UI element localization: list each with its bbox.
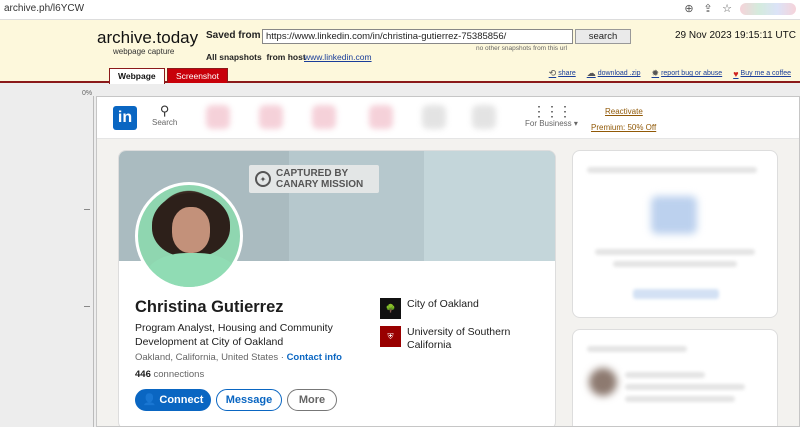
zoom-icon[interactable]: ⊕: [683, 2, 695, 15]
all-snapshots-label: All snapshots from host: [206, 52, 306, 62]
profile-name: Christina Gutierrez: [135, 298, 284, 316]
blurred-nav-item: [206, 105, 230, 129]
blurred-text: [625, 384, 745, 390]
gutter-tick: [84, 306, 90, 307]
avatar-body: [146, 253, 238, 287]
archive-header: archive.today webpage capture Saved from…: [0, 20, 800, 84]
blurred-text: [595, 249, 755, 255]
reactivate-link[interactable]: Reactivate: [605, 107, 643, 116]
org-current-employer[interactable]: 🌳 City of Oakland: [380, 298, 479, 319]
right-rail-people-blurred: [572, 329, 778, 426]
search-button[interactable]: search: [575, 29, 631, 44]
blurred-nav-item: [312, 105, 336, 129]
nav-for-business[interactable]: ⋮⋮⋮ For Business ▾: [525, 103, 578, 129]
share-link[interactable]: ⟲ share: [549, 68, 576, 79]
grid-icon: ⋮⋮⋮: [531, 103, 572, 119]
stamp-line-2: CANARY MISSION: [276, 179, 364, 190]
saved-from-label: Saved from: [206, 30, 261, 41]
archived-page: in ⚲ Search ⋮⋮⋮ For Business ▾ Reactivat…: [96, 96, 800, 427]
search-icon: ⚲: [159, 103, 170, 118]
premium-link[interactable]: Premium: 50% Off: [591, 123, 656, 132]
gutter-line: [93, 96, 94, 427]
profile-location: Oakland, California, United States: [135, 352, 279, 363]
archive-subtitle: webpage capture: [113, 47, 175, 56]
blurred-image: [651, 196, 697, 234]
scroll-percent: 0%: [82, 90, 93, 97]
banner-panel: [424, 151, 555, 261]
right-rail-blurred: [572, 150, 778, 318]
no-other-snapshots-note: no other snapshots from this url: [476, 45, 568, 52]
share-icon: ⟲: [548, 68, 557, 78]
org-education[interactable]: ⛨ University of Southern California: [380, 326, 537, 352]
profile-location-line: Oakland, California, United States · Con…: [135, 352, 342, 363]
connect-label: Connect: [159, 394, 204, 406]
archive-tools: ⟲ share ☁ download .zip ✹ report bug or abu…: [549, 68, 791, 79]
blurred-avatar: [589, 368, 617, 396]
profile-card: ✦ CAPTURED BY CANARY MISSION Christina G…: [118, 150, 556, 426]
usc-shield-icon: ⛨: [380, 326, 401, 347]
report-link[interactable]: ✹ report bug or abuse: [652, 68, 723, 79]
nav-search[interactable]: ⚲ Search: [152, 103, 178, 128]
cloud-download-icon: ☁: [586, 68, 596, 78]
bird-icon: ✦: [255, 171, 271, 187]
blurred-nav-item: [369, 105, 393, 129]
blurred-extensions: [740, 2, 796, 15]
caret-down-icon: ▾: [573, 119, 578, 128]
tab-screenshot[interactable]: Screenshot: [167, 68, 228, 83]
browser-icons: ⊕ ⇪ ☆: [683, 2, 796, 15]
heart-icon: ♥: [733, 68, 739, 79]
bug-icon: ✹: [651, 68, 660, 78]
host-link[interactable]: www.linkedin.com: [304, 52, 372, 62]
org-name: University of Southern California: [407, 326, 511, 351]
blurred-text: [613, 261, 737, 267]
add-person-icon: 👤: [142, 394, 157, 406]
blurred-text: [587, 346, 687, 352]
avatar[interactable]: [135, 182, 243, 290]
captured-by-stamp: ✦ CAPTURED BY CANARY MISSION: [249, 165, 379, 193]
profile-headline: Program Analyst, Housing and Community D…: [135, 322, 333, 348]
blurred-text: [587, 167, 757, 173]
archive-title[interactable]: archive.today: [97, 28, 198, 48]
avatar-face: [172, 207, 210, 253]
capture-timestamp: 29 Nov 2023 19:15:11 UTC: [674, 30, 796, 41]
blurred-text: [625, 396, 735, 402]
stamp-text: CAPTURED BY CANARY MISSION: [276, 168, 363, 190]
org-name: City of Oakland: [407, 298, 479, 310]
blurred-text: [625, 372, 705, 378]
saved-url-input[interactable]: https://www.linkedin.com/in/christina-gu…: [262, 29, 573, 44]
coffee-link[interactable]: ♥ Buy me a coffee: [733, 68, 791, 79]
share-icon[interactable]: ⇪: [702, 2, 714, 15]
oakland-tree-icon: 🌳: [380, 298, 401, 319]
more-button[interactable]: More: [287, 389, 337, 411]
connect-button[interactable]: 👤 Connect: [135, 389, 211, 411]
connections-count[interactable]: 446 connections: [135, 369, 204, 380]
address-bar[interactable]: archive.ph/l6YCW: [4, 3, 84, 14]
tab-webpage[interactable]: Webpage: [109, 68, 165, 84]
star-icon[interactable]: ☆: [721, 2, 733, 15]
connections-label: connections: [153, 369, 205, 380]
linkedin-navbar: in ⚲ Search ⋮⋮⋮ For Business ▾ Reactivat…: [97, 97, 799, 139]
stamp-line-1: CAPTURED BY: [276, 168, 349, 179]
gutter-tick: [84, 209, 90, 210]
blurred-nav-item: [259, 105, 283, 129]
contact-info-link[interactable]: Contact info: [287, 352, 342, 363]
blurred-button: [633, 289, 719, 299]
connections-number: 446: [135, 369, 151, 380]
nav-search-label: Search: [152, 118, 178, 127]
linkedin-logo[interactable]: in: [113, 106, 137, 130]
for-business-label: For Business ▾: [525, 119, 578, 128]
browser-toolbar: archive.ph/l6YCW ⊕ ⇪ ☆: [0, 0, 800, 20]
blurred-nav-item: [472, 105, 496, 129]
download-link[interactable]: ☁ download .zip: [587, 68, 641, 79]
blurred-nav-item: [422, 105, 446, 129]
message-button[interactable]: Message: [216, 389, 282, 411]
